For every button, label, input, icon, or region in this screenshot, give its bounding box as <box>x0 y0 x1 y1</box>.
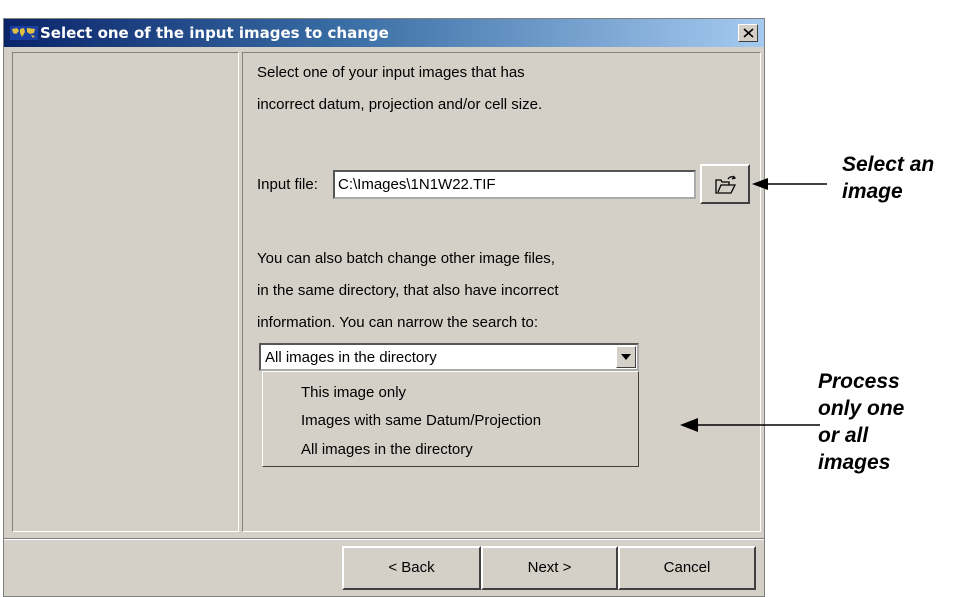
annotation-process-line-3: or all <box>818 424 869 447</box>
select-arrow-head <box>752 178 768 190</box>
annotation-process: Process only one or all images <box>818 368 904 476</box>
annotation-process-line-2: only one <box>818 397 905 420</box>
annotation-select-line-1: Select an <box>842 153 935 176</box>
annotation-select-image: Select an image <box>842 151 934 205</box>
annotation-arrows <box>680 178 827 432</box>
process-arrow-head <box>680 418 698 432</box>
annotation-process-line-1: Process <box>818 370 900 393</box>
annotation-select-line-2: image <box>842 180 903 203</box>
annotation-process-line-4: images <box>818 451 891 474</box>
